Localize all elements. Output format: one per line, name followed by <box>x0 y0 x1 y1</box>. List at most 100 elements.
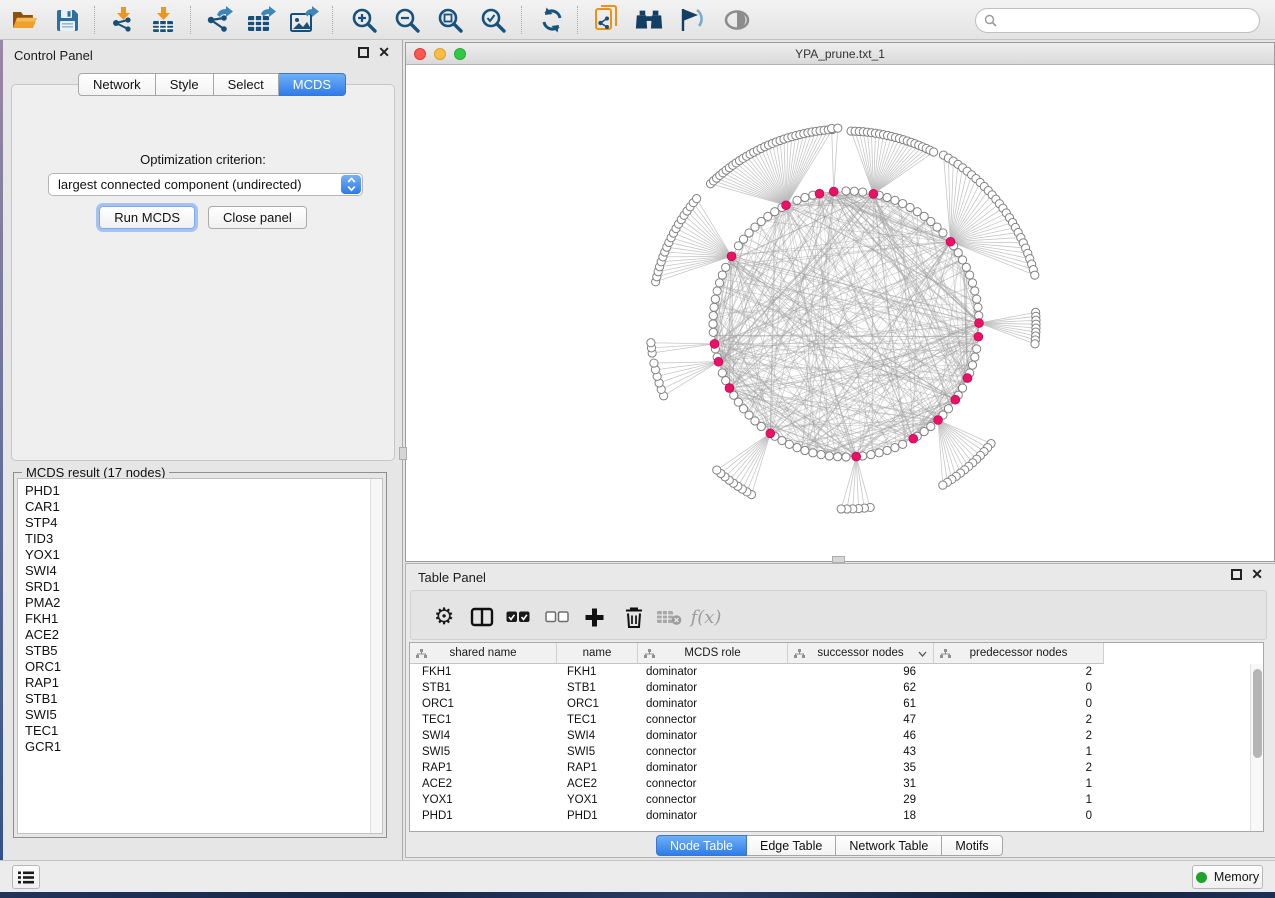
network-node[interactable] <box>842 453 850 461</box>
function-builder-icon[interactable]: f(x) <box>693 604 719 630</box>
network-node[interactable] <box>793 196 801 204</box>
network-node[interactable] <box>710 303 718 311</box>
zoom-fit-icon[interactable] <box>435 5 465 35</box>
network-node[interactable] <box>842 187 850 195</box>
export-image-icon[interactable] <box>289 5 319 35</box>
select-all-checkboxes-icon[interactable] <box>505 604 531 630</box>
table-settings-icon[interactable]: ⚙ <box>431 604 457 630</box>
network-node[interactable] <box>867 451 875 459</box>
table-row[interactable]: PHD1PHD1dominator180 <box>410 808 1263 824</box>
table-row[interactable]: FKH1FKH1dominator962 <box>410 664 1263 680</box>
import-table-icon[interactable] <box>148 5 178 35</box>
network-node[interactable] <box>801 193 809 201</box>
mcds-node[interactable] <box>710 339 719 348</box>
zoom-in-icon[interactable] <box>349 5 379 35</box>
mcds-node[interactable] <box>766 429 775 438</box>
show-task-history-button[interactable] <box>12 865 40 889</box>
network-node[interactable] <box>709 312 717 320</box>
network-node[interactable] <box>647 339 655 347</box>
network-node[interactable] <box>711 295 719 303</box>
network-node[interactable] <box>709 320 717 328</box>
tab-edge-table[interactable]: Edge Table <box>747 835 836 856</box>
network-node[interactable] <box>1031 340 1039 348</box>
network-node[interactable] <box>939 481 947 489</box>
network-node[interactable] <box>971 287 979 295</box>
search-input[interactable] <box>1002 14 1259 28</box>
mcds-node[interactable] <box>727 252 736 261</box>
tab-node-table[interactable]: Node Table <box>656 835 747 856</box>
table-row[interactable]: ORC1ORC1dominator610 <box>410 696 1263 712</box>
zoom-selected-icon[interactable] <box>478 5 508 35</box>
table-row[interactable]: SWI5SWI5connector431 <box>410 744 1263 760</box>
close-panel-button[interactable]: Close panel <box>208 206 307 229</box>
hide-selected-icon[interactable] <box>678 5 708 35</box>
save-session-icon[interactable] <box>52 5 82 35</box>
network-node[interactable] <box>974 303 982 311</box>
open-file-icon[interactable] <box>10 5 40 35</box>
close-table-panel-icon[interactable]: ✕ <box>1251 569 1263 580</box>
optimization-criterion-select[interactable]: largest connected component (undirected) <box>48 173 363 196</box>
network-canvas[interactable] <box>406 65 1274 561</box>
mcds-result-item[interactable]: CAR1 <box>25 499 382 515</box>
mcds-result-item[interactable]: STP4 <box>25 515 382 531</box>
mcds-node[interactable] <box>852 452 861 461</box>
column-header-successor-nodes[interactable]: successor nodes <box>788 643 934 664</box>
table-scrollbar[interactable] <box>1250 664 1263 831</box>
refresh-icon[interactable] <box>537 5 567 35</box>
network-node[interactable] <box>971 353 979 361</box>
network-node[interactable] <box>891 444 899 452</box>
mcds-node[interactable] <box>725 384 734 393</box>
mcds-result-item[interactable]: RAP1 <box>25 675 382 691</box>
network-node[interactable] <box>713 466 721 474</box>
mcds-result-item[interactable]: SWI4 <box>25 563 382 579</box>
delete-table-icon[interactable] <box>656 604 682 630</box>
close-panel-icon[interactable]: ✕ <box>378 47 390 58</box>
network-node[interactable] <box>785 440 793 448</box>
mcds-result-item[interactable]: ORC1 <box>25 659 382 675</box>
mcds-node[interactable] <box>815 189 824 198</box>
network-node[interactable] <box>834 124 842 132</box>
column-header-shared-name[interactable]: shared name <box>410 643 557 664</box>
network-node[interactable] <box>962 263 970 271</box>
tab-mcds[interactable]: MCDS <box>279 73 346 96</box>
network-node[interactable] <box>883 446 891 454</box>
mcds-node[interactable] <box>934 416 943 425</box>
tab-network[interactable]: Network <box>78 73 156 96</box>
table-row[interactable]: TEC1TEC1connector472 <box>410 712 1263 728</box>
import-network-icon[interactable] <box>108 5 138 35</box>
network-node[interactable] <box>817 451 825 459</box>
create-column-icon[interactable] <box>581 604 607 630</box>
mcds-node[interactable] <box>946 237 955 246</box>
search-network-icon[interactable] <box>634 5 664 35</box>
network-node[interactable] <box>809 449 817 457</box>
network-node[interactable] <box>968 361 976 369</box>
table-row[interactable]: ACE2ACE2connector311 <box>410 776 1263 792</box>
tab-network-table[interactable]: Network Table <box>836 835 942 856</box>
mcds-node[interactable] <box>869 189 878 198</box>
mcds-result-listbox[interactable]: PHD1CAR1STP4TID3YOX1SWI4SRD1PMA2FKH1ACE2… <box>17 478 383 834</box>
mcds-result-item[interactable]: PMA2 <box>25 595 382 611</box>
tab-motifs[interactable]: Motifs <box>942 835 1002 856</box>
export-network-icon[interactable] <box>203 5 233 35</box>
table-row[interactable]: SWI4SWI4dominator462 <box>410 728 1263 744</box>
network-node[interactable] <box>650 359 658 367</box>
network-node[interactable] <box>968 279 976 287</box>
column-header-predecessor-nodes[interactable]: predecessor nodes <box>934 643 1104 664</box>
column-header-MCDS-role[interactable]: MCDS role <box>638 643 788 664</box>
panel-splitter-handle[interactable] <box>399 447 407 460</box>
network-window-titlebar[interactable]: YPA_prune.txt_1 <box>406 43 1274 65</box>
network-node[interactable] <box>1031 271 1039 279</box>
table-row[interactable]: RAP1RAP1dominator352 <box>410 760 1263 776</box>
network-node[interactable] <box>875 449 883 457</box>
network-node[interactable] <box>850 187 858 195</box>
mcds-result-item[interactable]: PHD1 <box>25 483 382 499</box>
network-node[interactable] <box>718 369 726 377</box>
network-node[interactable] <box>709 328 717 336</box>
tab-style[interactable]: Style <box>156 73 214 96</box>
mcds-result-item[interactable]: TEC1 <box>25 723 382 739</box>
network-node[interactable] <box>930 148 938 156</box>
column-header-name[interactable]: name <box>557 643 638 664</box>
deselect-all-checkboxes-icon[interactable] <box>544 604 570 630</box>
network-node[interactable] <box>958 256 966 264</box>
network-node[interactable] <box>834 453 842 461</box>
